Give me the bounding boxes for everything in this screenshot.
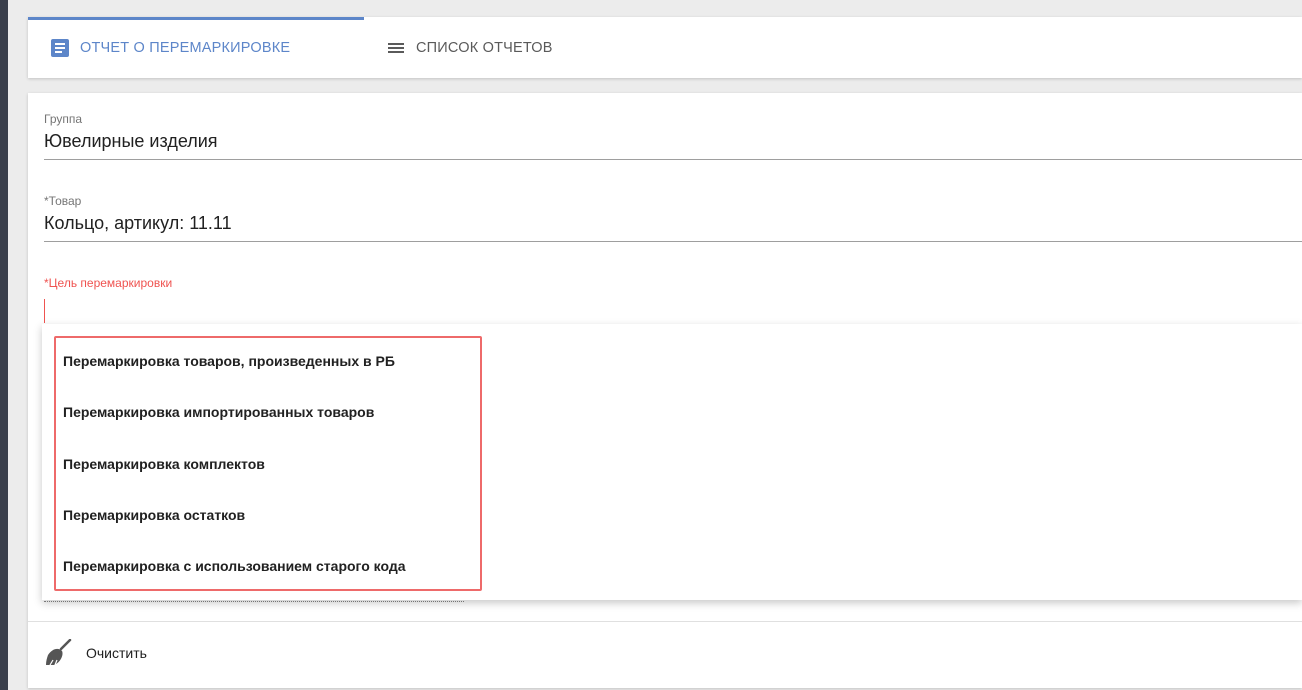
broom-icon (46, 639, 72, 666)
footer-divider (28, 621, 1302, 622)
product-value: Кольцо, артикул: 11.11 (44, 213, 232, 233)
obscured-text (44, 601, 464, 604)
clear-button[interactable]: Очистить (44, 639, 147, 667)
report-form: Группа Ювелирные изделия *Товар Кольцо, … (28, 93, 1302, 688)
purpose-dropdown-menu: Перемаркировка товаров, произведенных в … (42, 324, 1302, 600)
dropdown-option[interactable]: Перемаркировка импортированных товаров (63, 404, 374, 420)
tab-label: СПИСОК ОТЧЕТОВ (416, 39, 553, 56)
left-sidebar-edge (0, 0, 8, 690)
tab-label: ОТЧЕТ О ПЕРЕМАРКИРОВКЕ (80, 39, 291, 56)
group-field[interactable]: Группа Ювелирные изделия (44, 112, 1302, 160)
dropdown-option[interactable]: Перемаркировка остатков (63, 507, 245, 523)
tab-remarking-report[interactable]: ОТЧЕТ О ПЕРЕМАРКИРОВКЕ (28, 17, 364, 78)
list-icon (388, 42, 404, 53)
text-cursor (44, 299, 45, 323)
field-underline (44, 241, 1302, 242)
product-label: *Товар (44, 194, 82, 208)
field-underline (44, 159, 1302, 160)
group-value: Ювелирные изделия (44, 131, 218, 151)
tab-bar: ОТЧЕТ О ПЕРЕМАРКИРОВКЕ СПИСОК ОТЧЕТОВ (28, 17, 1302, 78)
group-label: Группа (44, 112, 83, 126)
purpose-field[interactable]: *Цель перемаркировки (44, 276, 1302, 327)
product-field[interactable]: *Товар Кольцо, артикул: 11.11 (44, 194, 1302, 242)
clear-button-label: Очистить (86, 645, 147, 661)
purpose-label: *Цель перемаркировки (44, 276, 173, 290)
dropdown-option[interactable]: Перемаркировка комплектов (63, 456, 265, 472)
document-icon (51, 38, 69, 57)
tab-report-list[interactable]: СПИСОК ОТЧЕТОВ (364, 17, 575, 78)
dropdown-option[interactable]: Перемаркировка с использованием старого … (63, 558, 406, 574)
dropdown-option[interactable]: Перемаркировка товаров, произведенных в … (63, 353, 395, 369)
